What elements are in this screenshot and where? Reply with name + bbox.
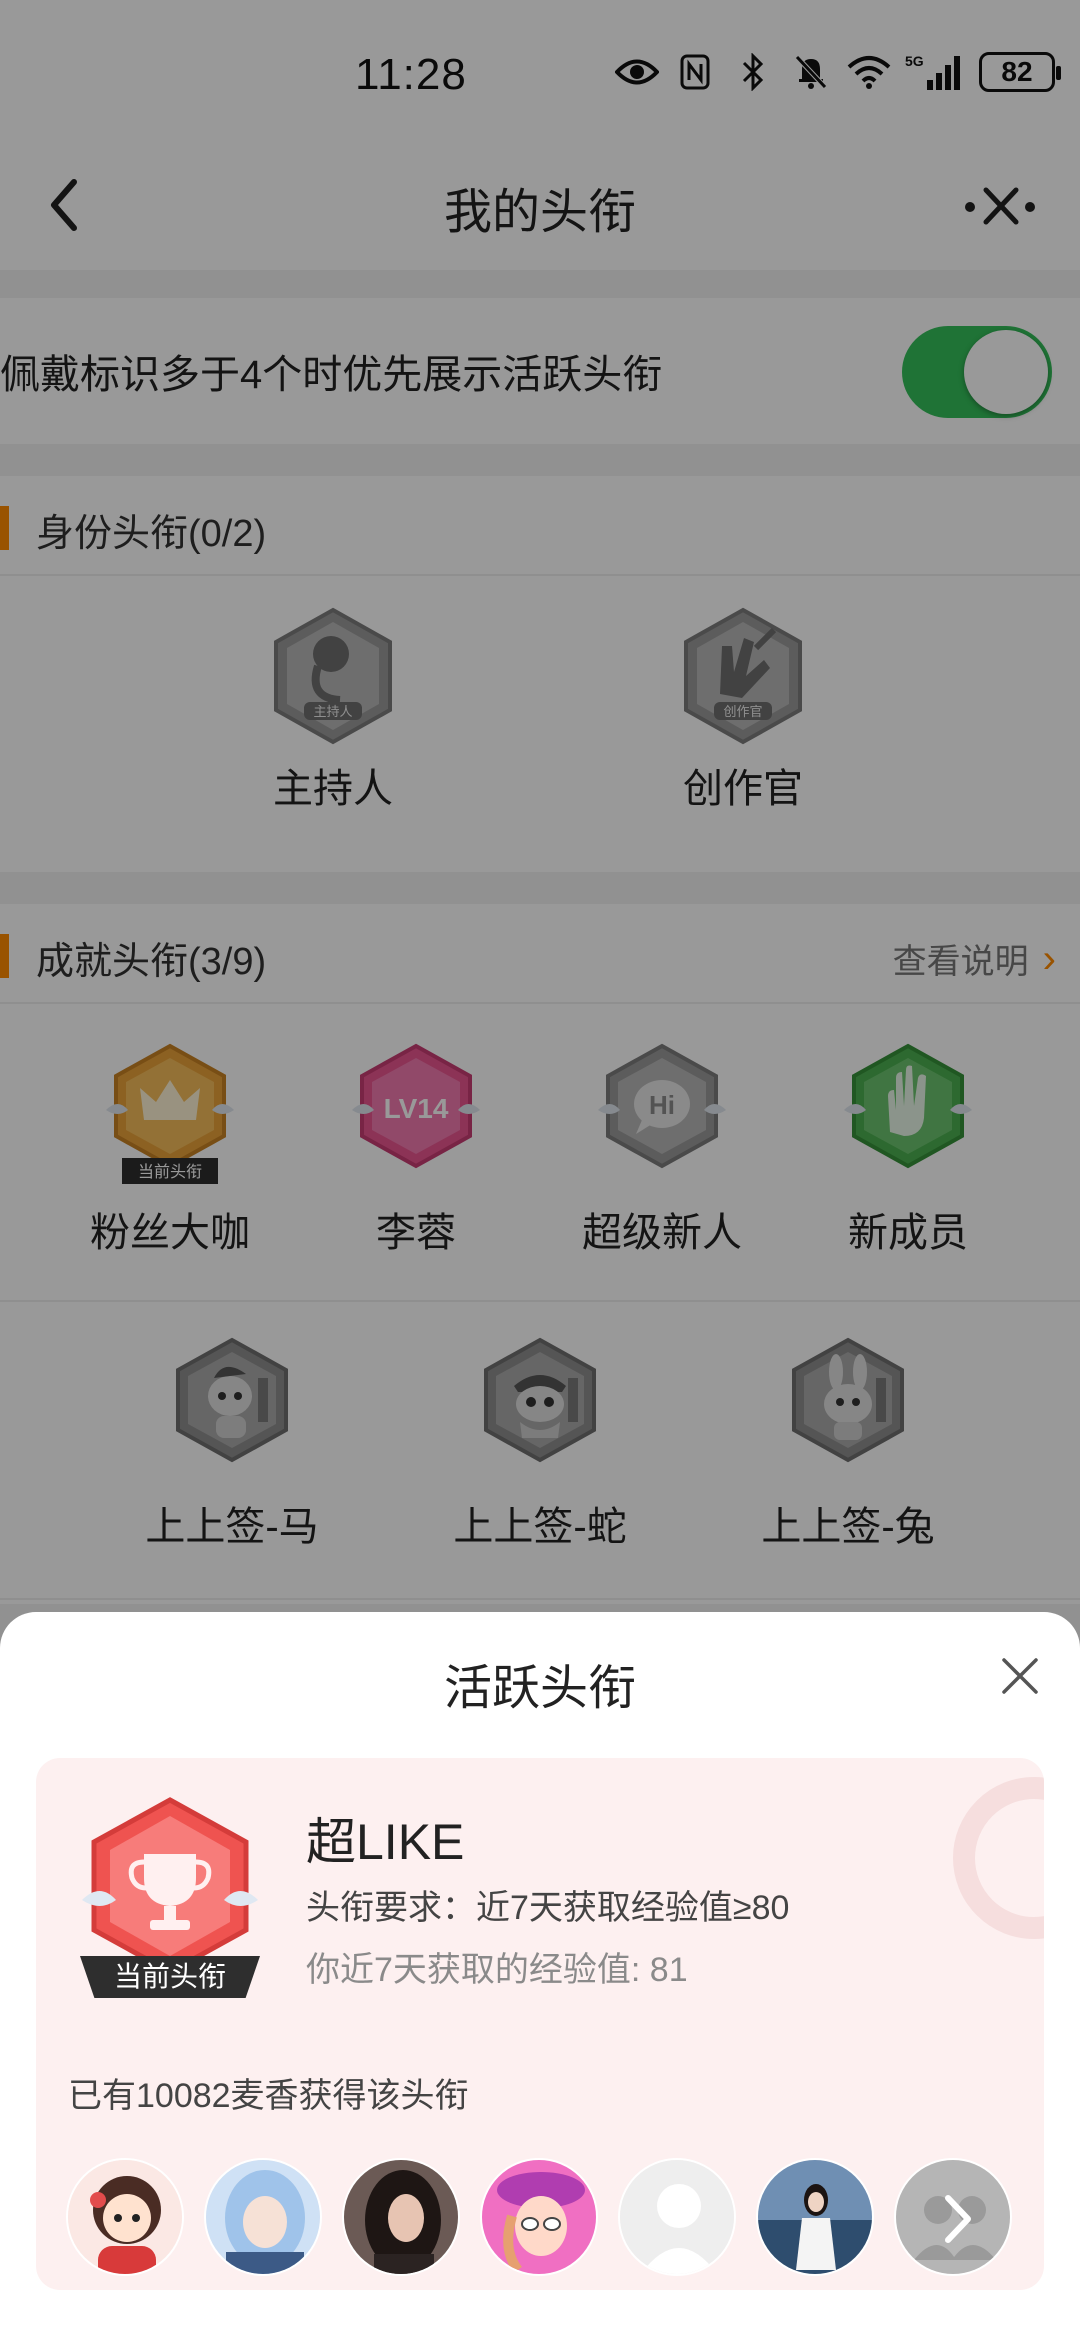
avatar-default[interactable] <box>618 2158 736 2276</box>
active-title-sheet: 活跃头衔 当前头衔 超LIKE 头衔要求：近7天获取经验值≥80 你近7天获取的… <box>0 1612 1080 2340</box>
owners-count-text: 已有10082麦香获得该头衔 <box>68 2077 469 2115</box>
owner-avatars <box>66 2158 1012 2276</box>
title-name: 超LIKE <box>306 1814 465 1870</box>
avatar-blue-hair[interactable] <box>204 2158 322 2276</box>
your-experience: 你近7天获取的经验值: 81 <box>306 1951 688 1989</box>
avatar-cartoon-girl[interactable] <box>66 2158 184 2276</box>
avatar-more-arrow[interactable] <box>894 2158 1012 2276</box>
card-decoration <box>953 1777 1044 1939</box>
avatar-pink-hat[interactable] <box>480 2158 598 2276</box>
title-requirement: 头衔要求：近7天获取经验值≥80 <box>306 1889 790 1927</box>
close-icon[interactable] <box>998 1654 1042 1698</box>
avatar-seaside[interactable] <box>756 2158 874 2276</box>
active-title-card: 当前头衔 超LIKE 头衔要求：近7天获取经验值≥80 你近7天获取的经验值: … <box>36 1758 1044 2290</box>
sheet-title: 活跃头衔 <box>443 1662 636 1715</box>
avatar-dark-hair[interactable] <box>342 2158 460 2276</box>
current-title-tag: 当前头衔 <box>80 1956 260 1998</box>
